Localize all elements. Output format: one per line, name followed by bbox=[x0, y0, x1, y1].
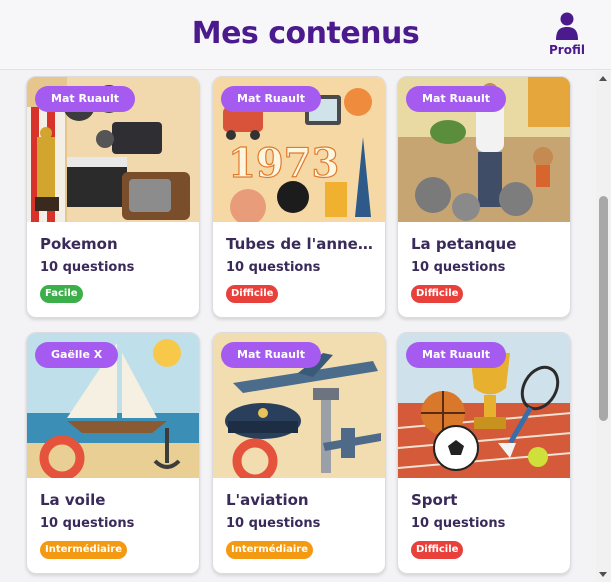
quiz-card-tubes-1973[interactable]: 1973 Mat Ruault Tubes de l'annee 1973 10… bbox=[212, 76, 386, 318]
year-text: 1973 bbox=[228, 140, 339, 187]
author-badge: Mat Ruault bbox=[35, 86, 136, 112]
author-badge: Mat Ruault bbox=[221, 86, 322, 112]
scroll-down-arrow-icon[interactable] bbox=[599, 572, 607, 577]
card-title: L'aviation bbox=[226, 491, 309, 509]
card-title: Pokemon bbox=[40, 235, 118, 253]
scrollbar-thumb[interactable] bbox=[599, 196, 608, 421]
question-count: 10 questions bbox=[40, 260, 135, 275]
question-count: 10 questions bbox=[40, 516, 135, 531]
difficulty-badge: Difficile bbox=[411, 541, 464, 559]
scroll-up-arrow-icon[interactable] bbox=[599, 76, 607, 81]
question-count: 10 questions bbox=[411, 516, 506, 531]
profile-button[interactable]: Profil bbox=[546, 12, 588, 60]
quiz-card-la-voile[interactable]: Gaëlle X La voile 10 questions Intermédi… bbox=[26, 332, 200, 574]
content-grid: Mat Ruault Pokemon 10 questions Facile 1… bbox=[0, 71, 596, 582]
user-icon bbox=[556, 12, 578, 40]
quiz-card-petanque[interactable]: Mat Ruault La petanque 10 questions Diff… bbox=[397, 76, 571, 318]
profile-label: Profil bbox=[549, 43, 585, 57]
difficulty-badge: Difficile bbox=[411, 285, 464, 303]
author-badge: Mat Ruault bbox=[406, 86, 507, 112]
card-title: La voile bbox=[40, 491, 106, 509]
quiz-card-sport[interactable]: Mat Ruault Sport 10 questions Difficile bbox=[397, 332, 571, 574]
author-badge: Gaëlle X bbox=[35, 342, 119, 368]
scrollbar[interactable] bbox=[596, 71, 611, 582]
card-title: La petanque bbox=[411, 235, 517, 253]
difficulty-badge: Intermédiaire bbox=[226, 541, 314, 559]
page-title: Mes contenus bbox=[191, 16, 420, 51]
difficulty-badge: Difficile bbox=[226, 285, 279, 303]
author-badge: Mat Ruault bbox=[406, 342, 507, 368]
difficulty-badge: Intermédiaire bbox=[40, 541, 128, 559]
question-count: 10 questions bbox=[226, 516, 321, 531]
question-count: 10 questions bbox=[226, 260, 321, 275]
difficulty-badge: Facile bbox=[40, 285, 83, 303]
question-count: 10 questions bbox=[411, 260, 506, 275]
quiz-card-pokemon[interactable]: Mat Ruault Pokemon 10 questions Facile bbox=[26, 76, 200, 318]
app-header: Mes contenus Profil bbox=[0, 0, 611, 70]
author-badge: Mat Ruault bbox=[221, 342, 322, 368]
quiz-card-aviation[interactable]: Mat Ruault L'aviation 10 questions Inter… bbox=[212, 332, 386, 574]
card-title: Sport bbox=[411, 491, 458, 509]
card-title: Tubes de l'annee 1973 bbox=[226, 235, 378, 253]
